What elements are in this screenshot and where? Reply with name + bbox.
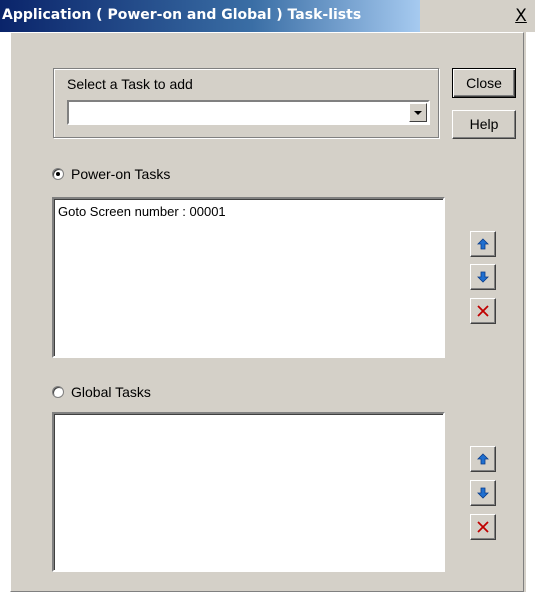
power-on-tasks-radio[interactable]: Power-on Tasks [52, 166, 212, 184]
window-close-button[interactable]: X [512, 8, 530, 25]
power-on-move-down-button[interactable] [470, 264, 496, 290]
chevron-down-icon [414, 111, 422, 115]
list-item[interactable]: Goto Screen number : 00001 [58, 204, 226, 219]
task-select-dropdown[interactable] [67, 100, 430, 125]
arrow-up-icon [477, 453, 489, 465]
dropdown-button[interactable] [409, 103, 427, 122]
arrow-down-icon [477, 487, 489, 499]
power-on-tasks-list[interactable]: Goto Screen number : 00001 [52, 197, 445, 358]
arrow-down-icon [477, 271, 489, 283]
radio-selected-icon [52, 168, 64, 180]
global-tasks-label: Global Tasks [71, 384, 151, 400]
close-button[interactable]: Close [452, 68, 516, 98]
arrow-up-icon [477, 238, 489, 250]
select-task-label: Select a Task to add [67, 76, 193, 92]
delete-x-icon [477, 521, 489, 533]
delete-x-icon [477, 305, 489, 317]
global-move-down-button[interactable] [470, 480, 496, 506]
radio-dot [56, 172, 60, 176]
power-on-tasks-label: Power-on Tasks [71, 166, 171, 182]
close-icon: X [515, 6, 527, 26]
global-tasks-list[interactable] [52, 412, 445, 572]
help-button[interactable]: Help [452, 110, 516, 139]
task-lists-dialog: Application ( Power-on and Global ) Task… [0, 0, 535, 601]
radio-unselected-icon [52, 386, 64, 398]
global-tasks-radio[interactable]: Global Tasks [52, 384, 192, 402]
power-on-delete-button[interactable] [470, 298, 496, 324]
power-on-move-up-button[interactable] [470, 231, 496, 257]
title-bar: Application ( Power-on and Global ) Task… [0, 0, 535, 32]
global-delete-button[interactable] [470, 514, 496, 540]
window-title: Application ( Power-on and Global ) Task… [2, 7, 362, 23]
global-move-up-button[interactable] [470, 446, 496, 472]
